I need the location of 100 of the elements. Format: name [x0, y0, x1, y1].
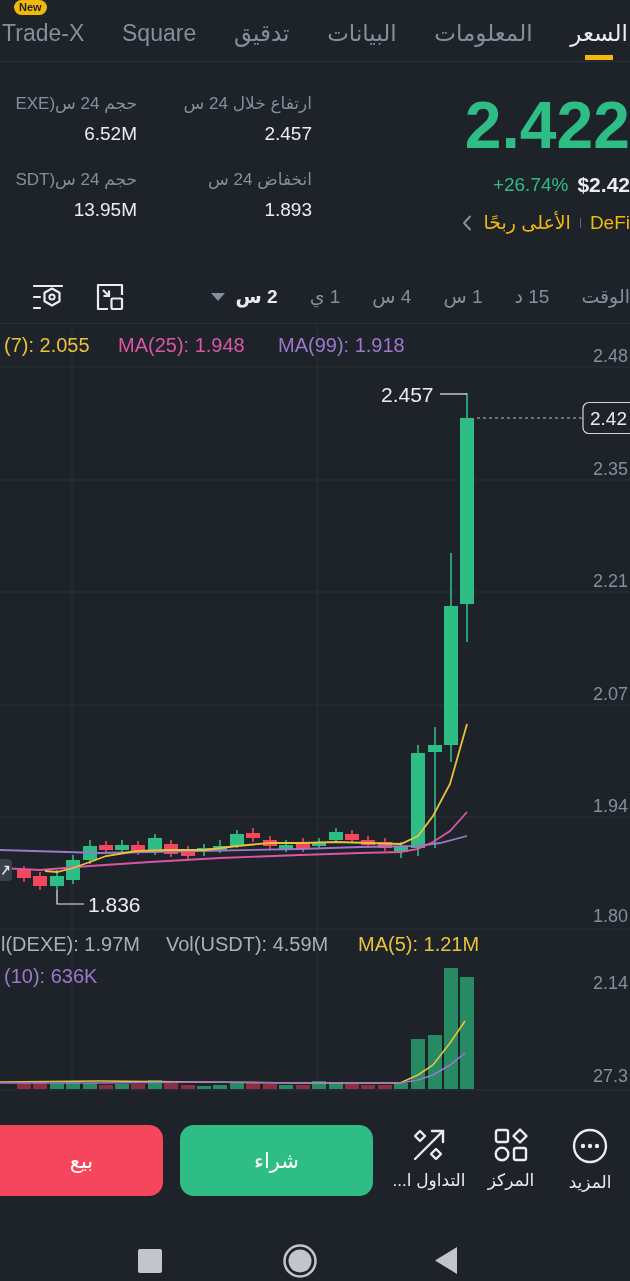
- volume-axis-label: 27.3: [592, 1066, 628, 1086]
- candle: [213, 839, 227, 854]
- volume-bar: [411, 1039, 425, 1089]
- candle: [99, 840, 113, 855]
- timeframe-tab[interactable]: 4 س: [372, 283, 412, 310]
- volume-bar: [312, 1081, 326, 1089]
- candle: [230, 829, 244, 849]
- candle: [115, 839, 129, 854]
- leader-line: [439, 393, 468, 395]
- candle: [279, 839, 293, 853]
- caret-icon[interactable]: [210, 292, 225, 301]
- leader-line: [56, 889, 85, 905]
- volume-bar: [279, 1085, 293, 1089]
- stat-value: 13.95M: [73, 198, 137, 222]
- candle: [33, 871, 47, 891]
- tab[interactable]: Square: [122, 0, 197, 61]
- tag-link[interactable]: DeFi: [589, 210, 630, 236]
- volume-legend-text: (10): 636K: [4, 965, 98, 987]
- volume-bar: [17, 1083, 31, 1089]
- tab[interactable]: السعر: [570, 0, 628, 61]
- volume-bar: [99, 1085, 113, 1089]
- ma-legend-text: (7): 2.055: [4, 334, 90, 356]
- volume-bar: [181, 1085, 195, 1089]
- axis-label: 2.21: [592, 571, 628, 591]
- volume-bar: [246, 1083, 260, 1089]
- volume-bar: [83, 1083, 97, 1089]
- volume-bar: [296, 1085, 310, 1089]
- candle: [296, 837, 310, 853]
- candle: [329, 827, 343, 844]
- candle: [66, 854, 80, 885]
- volume-bar: [213, 1085, 227, 1089]
- tab[interactable]: تدقيق: [233, 0, 290, 61]
- candle: [148, 833, 162, 856]
- ma-legend-text: MA(99): 1.918: [278, 334, 405, 356]
- volume-bar: [148, 1080, 162, 1089]
- candle: [246, 827, 260, 843]
- back-icon[interactable]: [435, 1247, 457, 1274]
- trade-button[interactable]: بيع: [0, 1125, 163, 1196]
- candle: [394, 841, 408, 859]
- volume-bar: [164, 1083, 178, 1089]
- shapes-grid-icon: [494, 1128, 528, 1162]
- tab[interactable]: البيانات: [327, 0, 397, 61]
- volume-bar: [329, 1083, 343, 1089]
- stat-label: ارتفاع خلال 24 س: [183, 93, 312, 116]
- action-button[interactable]: المزيد: [568, 1128, 612, 1194]
- volume-legend-text: MA(5): 1.21M: [358, 933, 480, 955]
- tag-link[interactable]: الأعلى ربحًا: [483, 210, 571, 236]
- axis-label: 2.35: [592, 459, 628, 479]
- candle: [378, 837, 392, 852]
- volume-bar: [345, 1084, 359, 1089]
- volume-legend-text: Vol(USDT): 4.59M: [166, 933, 329, 955]
- home-icon[interactable]: [283, 1243, 317, 1278]
- usd-price: $2.42: [577, 172, 630, 198]
- volume-bar: [66, 1081, 80, 1089]
- volume-bar: [33, 1082, 47, 1089]
- axis-label: 2.48: [592, 346, 628, 366]
- current-price-tag: 2.42: [582, 401, 630, 435]
- volume-legend-text: l(DEXE): 1.97M: [1, 933, 140, 955]
- candle: [164, 839, 178, 858]
- candle: [361, 835, 375, 849]
- volume-bar: [263, 1084, 277, 1089]
- price-change: +26.74%: [492, 173, 569, 197]
- axis-label: 1.80: [592, 906, 628, 926]
- resize-icon[interactable]: [96, 282, 124, 311]
- volume-bar: [394, 1083, 408, 1089]
- trade-button[interactable]: شراء: [180, 1125, 373, 1196]
- timeframe-tab[interactable]: الوقت: [581, 283, 630, 310]
- timeframe-tab[interactable]: 1 س: [443, 283, 483, 310]
- candle: [263, 835, 277, 850]
- candle: [312, 837, 326, 850]
- stat-label: حجم 24 س(EXE: [15, 93, 137, 115]
- volume-bar: [378, 1085, 392, 1089]
- action-button[interactable]: المركز: [486, 1128, 536, 1192]
- new-badge: New: [14, 0, 47, 15]
- timeframe-tab[interactable]: 1 ي: [309, 283, 341, 310]
- stat-label: انخفاض 24 س: [208, 169, 312, 191]
- chevron-icon[interactable]: [461, 215, 472, 231]
- candle: [345, 829, 359, 844]
- high-price-label: 2.457: [381, 383, 434, 406]
- stat-value: 2.457: [264, 122, 312, 146]
- arrow-marker-icon[interactable]: [0, 859, 12, 881]
- timeframe-tab[interactable]: 15 د: [514, 283, 550, 310]
- stat-label: حجم 24 س(SDT: [15, 169, 137, 191]
- candle: [197, 843, 211, 857]
- volume-bar: [131, 1084, 145, 1089]
- candle: [17, 865, 31, 883]
- candle: [181, 845, 195, 860]
- stat-value: 6.52M: [84, 122, 137, 146]
- volume-bar: [115, 1084, 129, 1089]
- candle: [131, 840, 145, 856]
- recent-apps-icon[interactable]: [138, 1248, 162, 1273]
- settings-icon[interactable]: [33, 283, 63, 310]
- timeframe-tab[interactable]: 2 س: [235, 283, 278, 310]
- tab[interactable]: المعلومات: [434, 0, 533, 61]
- stat-value: 1.893: [264, 198, 312, 222]
- action-button[interactable]: التداول ا...: [392, 1128, 466, 1192]
- axis-label: 2.07: [592, 684, 628, 704]
- volume-bar: [361, 1085, 375, 1089]
- axis-label: 1.94: [592, 796, 628, 816]
- low-price-label: 1.836: [88, 893, 141, 916]
